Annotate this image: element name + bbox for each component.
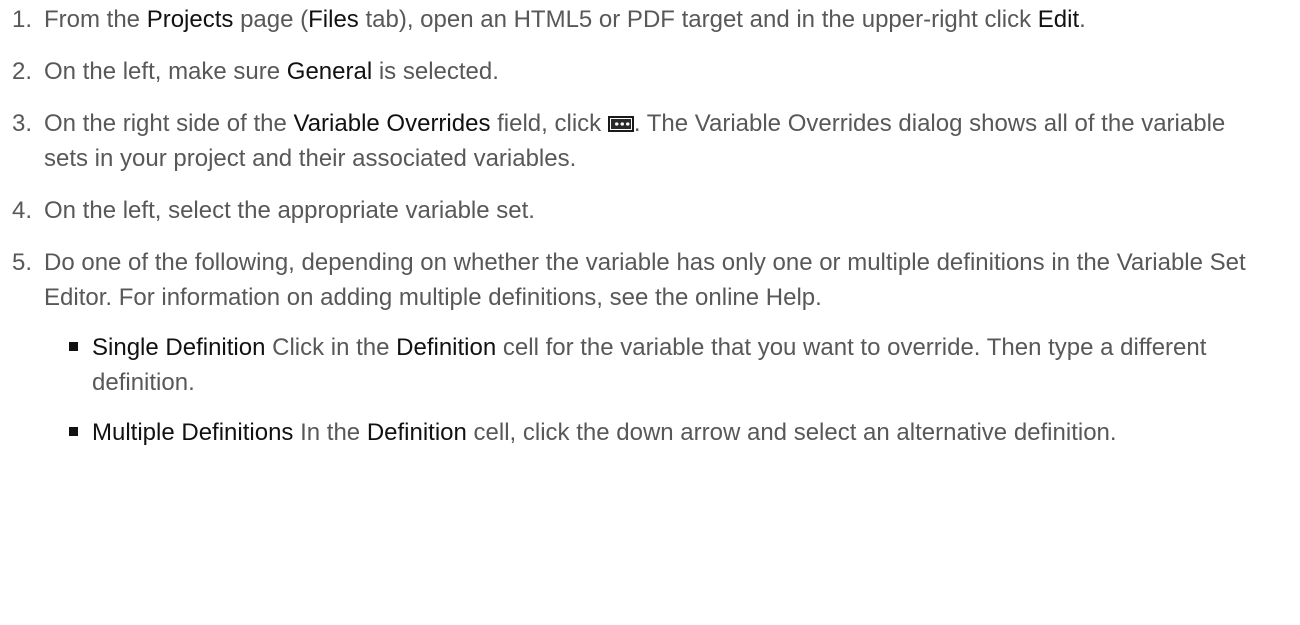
sub-list-item: Single Definition Click in the Definitio… [44,330,1260,400]
text-run: On the right side of the [44,110,294,137]
text-run: From the [44,6,147,33]
step-item: 5. Do one of the following, depending on … [0,245,1300,450]
text-run: On the left, select the appropriate vari… [44,197,535,224]
step-item: 1. From the Projects page (Files tab), op… [0,2,1300,37]
step-text: On the left, select the appropriate vari… [44,197,535,224]
text-run: Click in the [265,334,397,361]
ui-term: Projects [146,6,234,33]
text-run: cell, click the down arrow and select an… [466,419,1117,446]
text-run: field, click [490,110,608,137]
text-run: is selected. [372,58,499,85]
text-run: In the [293,419,367,446]
sub-list-item: Multiple Definitions In the Definition c… [44,415,1260,450]
instruction-document: 1. From the Projects page (Files tab), op… [0,0,1300,625]
step-item: 3. On the right side of the Variable Over… [0,106,1300,176]
text-run: tab), open an HTML5 or PDF target and in… [358,6,1038,33]
text-run: On the left, make sure [44,58,287,85]
ui-term: Edit [1037,6,1080,33]
step-number: 5. [12,249,33,276]
step-text: On the left, make sure General is select… [44,58,499,85]
step-number: 3. [12,110,33,137]
sub-item-text: Multiple Definitions In the Definition c… [92,419,1117,446]
square-bullet-icon [69,427,78,436]
step-text: On the right side of the Variable Overri… [44,110,1225,172]
ui-term: Variable Overrides [293,110,491,137]
step-item: 2. On the left, make sure General is sele… [0,54,1300,89]
step-number: 1. [12,6,33,33]
ui-term: General [286,58,373,85]
text-run: Do one of the following, depending on wh… [44,249,1246,311]
sub-item-text: Single Definition Click in the Definitio… [92,334,1206,396]
sub-list: Single Definition Click in the Definitio… [44,330,1260,450]
ellipsis-button-icon [607,116,634,132]
square-bullet-icon [69,342,78,351]
step-number: 2. [12,58,33,85]
step-number: 4. [12,197,33,224]
step-text: Do one of the following, depending on wh… [44,249,1246,311]
text-run: page ( [233,6,309,33]
step-item: 4. On the left, select the appropriate va… [0,193,1300,228]
ui-term: Single Definition [92,334,266,361]
ellipsis-dots-icon [613,122,630,126]
ui-term: Definition [366,419,467,446]
ui-term: Files [308,6,359,33]
ui-term: Multiple Definitions [92,419,294,446]
steps-list: 1. From the Projects page (Files tab), op… [0,2,1300,450]
step-text: From the Projects page (Files tab), open… [44,6,1086,33]
ui-term: Definition [396,334,497,361]
text-run: . [1079,6,1086,33]
